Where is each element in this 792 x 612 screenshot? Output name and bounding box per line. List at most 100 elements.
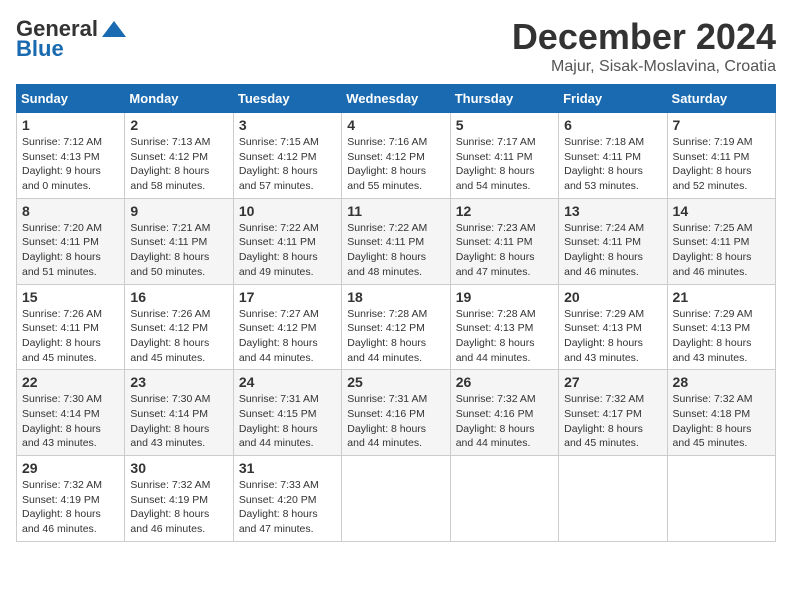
day-number: 23	[130, 374, 227, 390]
calendar-cell: 20 Sunrise: 7:29 AM Sunset: 4:13 PM Dayl…	[559, 284, 667, 370]
day-info: Sunrise: 7:17 AM Sunset: 4:11 PM Dayligh…	[456, 135, 553, 194]
calendar-day-header: Monday	[125, 85, 233, 113]
day-info: Sunrise: 7:13 AM Sunset: 4:12 PM Dayligh…	[130, 135, 227, 194]
day-number: 7	[673, 117, 770, 133]
calendar-week-row: 1 Sunrise: 7:12 AM Sunset: 4:13 PM Dayli…	[17, 113, 776, 199]
month-title: December 2024	[512, 16, 776, 58]
day-number: 10	[239, 203, 336, 219]
day-number: 8	[22, 203, 119, 219]
day-number: 21	[673, 289, 770, 305]
day-number: 11	[347, 203, 444, 219]
day-info: Sunrise: 7:18 AM Sunset: 4:11 PM Dayligh…	[564, 135, 661, 194]
day-info: Sunrise: 7:28 AM Sunset: 4:13 PM Dayligh…	[456, 307, 553, 366]
day-number: 16	[130, 289, 227, 305]
day-number: 3	[239, 117, 336, 133]
calendar-day-header: Saturday	[667, 85, 775, 113]
calendar-cell: 9 Sunrise: 7:21 AM Sunset: 4:11 PM Dayli…	[125, 198, 233, 284]
calendar-cell: 27 Sunrise: 7:32 AM Sunset: 4:17 PM Dayl…	[559, 370, 667, 456]
day-number: 19	[456, 289, 553, 305]
day-number: 9	[130, 203, 227, 219]
calendar-cell: 6 Sunrise: 7:18 AM Sunset: 4:11 PM Dayli…	[559, 113, 667, 199]
day-info: Sunrise: 7:32 AM Sunset: 4:19 PM Dayligh…	[22, 478, 119, 537]
day-info: Sunrise: 7:25 AM Sunset: 4:11 PM Dayligh…	[673, 221, 770, 280]
calendar-cell: 2 Sunrise: 7:13 AM Sunset: 4:12 PM Dayli…	[125, 113, 233, 199]
calendar-week-row: 22 Sunrise: 7:30 AM Sunset: 4:14 PM Dayl…	[17, 370, 776, 456]
day-number: 1	[22, 117, 119, 133]
calendar-cell: 18 Sunrise: 7:28 AM Sunset: 4:12 PM Dayl…	[342, 284, 450, 370]
calendar-cell: 3 Sunrise: 7:15 AM Sunset: 4:12 PM Dayli…	[233, 113, 341, 199]
calendar-cell: 26 Sunrise: 7:32 AM Sunset: 4:16 PM Dayl…	[450, 370, 558, 456]
day-info: Sunrise: 7:29 AM Sunset: 4:13 PM Dayligh…	[564, 307, 661, 366]
day-info: Sunrise: 7:21 AM Sunset: 4:11 PM Dayligh…	[130, 221, 227, 280]
calendar-week-row: 8 Sunrise: 7:20 AM Sunset: 4:11 PM Dayli…	[17, 198, 776, 284]
calendar-cell: 13 Sunrise: 7:24 AM Sunset: 4:11 PM Dayl…	[559, 198, 667, 284]
calendar-cell: 10 Sunrise: 7:22 AM Sunset: 4:11 PM Dayl…	[233, 198, 341, 284]
calendar-cell: 19 Sunrise: 7:28 AM Sunset: 4:13 PM Dayl…	[450, 284, 558, 370]
day-info: Sunrise: 7:12 AM Sunset: 4:13 PM Dayligh…	[22, 135, 119, 194]
day-number: 29	[22, 460, 119, 476]
day-info: Sunrise: 7:16 AM Sunset: 4:12 PM Dayligh…	[347, 135, 444, 194]
day-number: 26	[456, 374, 553, 390]
calendar-cell: 22 Sunrise: 7:30 AM Sunset: 4:14 PM Dayl…	[17, 370, 125, 456]
day-number: 5	[456, 117, 553, 133]
calendar-day-header: Tuesday	[233, 85, 341, 113]
day-info: Sunrise: 7:30 AM Sunset: 4:14 PM Dayligh…	[130, 392, 227, 451]
day-info: Sunrise: 7:32 AM Sunset: 4:19 PM Dayligh…	[130, 478, 227, 537]
calendar-cell: 31 Sunrise: 7:33 AM Sunset: 4:20 PM Dayl…	[233, 456, 341, 542]
day-info: Sunrise: 7:22 AM Sunset: 4:11 PM Dayligh…	[239, 221, 336, 280]
calendar-cell: 16 Sunrise: 7:26 AM Sunset: 4:12 PM Dayl…	[125, 284, 233, 370]
calendar-cell: 11 Sunrise: 7:22 AM Sunset: 4:11 PM Dayl…	[342, 198, 450, 284]
day-number: 31	[239, 460, 336, 476]
logo-blue-text: Blue	[16, 36, 64, 62]
day-info: Sunrise: 7:32 AM Sunset: 4:16 PM Dayligh…	[456, 392, 553, 451]
day-info: Sunrise: 7:31 AM Sunset: 4:15 PM Dayligh…	[239, 392, 336, 451]
calendar-day-header: Thursday	[450, 85, 558, 113]
calendar-week-row: 15 Sunrise: 7:26 AM Sunset: 4:11 PM Dayl…	[17, 284, 776, 370]
calendar-cell: 17 Sunrise: 7:27 AM Sunset: 4:12 PM Dayl…	[233, 284, 341, 370]
calendar-cell: 1 Sunrise: 7:12 AM Sunset: 4:13 PM Dayli…	[17, 113, 125, 199]
day-info: Sunrise: 7:29 AM Sunset: 4:13 PM Dayligh…	[673, 307, 770, 366]
day-number: 17	[239, 289, 336, 305]
day-info: Sunrise: 7:15 AM Sunset: 4:12 PM Dayligh…	[239, 135, 336, 194]
day-number: 20	[564, 289, 661, 305]
day-info: Sunrise: 7:22 AM Sunset: 4:11 PM Dayligh…	[347, 221, 444, 280]
day-info: Sunrise: 7:20 AM Sunset: 4:11 PM Dayligh…	[22, 221, 119, 280]
day-info: Sunrise: 7:19 AM Sunset: 4:11 PM Dayligh…	[673, 135, 770, 194]
logo: General Blue	[16, 16, 128, 62]
day-number: 25	[347, 374, 444, 390]
calendar-cell: 28 Sunrise: 7:32 AM Sunset: 4:18 PM Dayl…	[667, 370, 775, 456]
calendar-cell: 8 Sunrise: 7:20 AM Sunset: 4:11 PM Dayli…	[17, 198, 125, 284]
day-number: 6	[564, 117, 661, 133]
calendar-header-row: SundayMondayTuesdayWednesdayThursdayFrid…	[17, 85, 776, 113]
day-info: Sunrise: 7:24 AM Sunset: 4:11 PM Dayligh…	[564, 221, 661, 280]
calendar-cell	[559, 456, 667, 542]
day-info: Sunrise: 7:27 AM Sunset: 4:12 PM Dayligh…	[239, 307, 336, 366]
calendar-cell	[342, 456, 450, 542]
day-number: 22	[22, 374, 119, 390]
calendar-cell: 7 Sunrise: 7:19 AM Sunset: 4:11 PM Dayli…	[667, 113, 775, 199]
day-number: 27	[564, 374, 661, 390]
day-info: Sunrise: 7:33 AM Sunset: 4:20 PM Dayligh…	[239, 478, 336, 537]
day-info: Sunrise: 7:26 AM Sunset: 4:12 PM Dayligh…	[130, 307, 227, 366]
calendar-table: SundayMondayTuesdayWednesdayThursdayFrid…	[16, 84, 776, 542]
day-number: 4	[347, 117, 444, 133]
day-number: 24	[239, 374, 336, 390]
day-info: Sunrise: 7:28 AM Sunset: 4:12 PM Dayligh…	[347, 307, 444, 366]
calendar-cell: 14 Sunrise: 7:25 AM Sunset: 4:11 PM Dayl…	[667, 198, 775, 284]
location-subtitle: Majur, Sisak-Moslavina, Croatia	[512, 58, 776, 76]
day-info: Sunrise: 7:32 AM Sunset: 4:18 PM Dayligh…	[673, 392, 770, 451]
day-number: 13	[564, 203, 661, 219]
calendar-cell: 29 Sunrise: 7:32 AM Sunset: 4:19 PM Dayl…	[17, 456, 125, 542]
page-header: General Blue December 2024 Majur, Sisak-…	[16, 16, 776, 76]
day-number: 2	[130, 117, 227, 133]
calendar-cell: 25 Sunrise: 7:31 AM Sunset: 4:16 PM Dayl…	[342, 370, 450, 456]
day-number: 15	[22, 289, 119, 305]
calendar-week-row: 29 Sunrise: 7:32 AM Sunset: 4:19 PM Dayl…	[17, 456, 776, 542]
title-area: December 2024 Majur, Sisak-Moslavina, Cr…	[512, 16, 776, 76]
calendar-cell: 21 Sunrise: 7:29 AM Sunset: 4:13 PM Dayl…	[667, 284, 775, 370]
day-info: Sunrise: 7:32 AM Sunset: 4:17 PM Dayligh…	[564, 392, 661, 451]
calendar-day-header: Wednesday	[342, 85, 450, 113]
day-number: 12	[456, 203, 553, 219]
calendar-cell: 24 Sunrise: 7:31 AM Sunset: 4:15 PM Dayl…	[233, 370, 341, 456]
calendar-day-header: Friday	[559, 85, 667, 113]
